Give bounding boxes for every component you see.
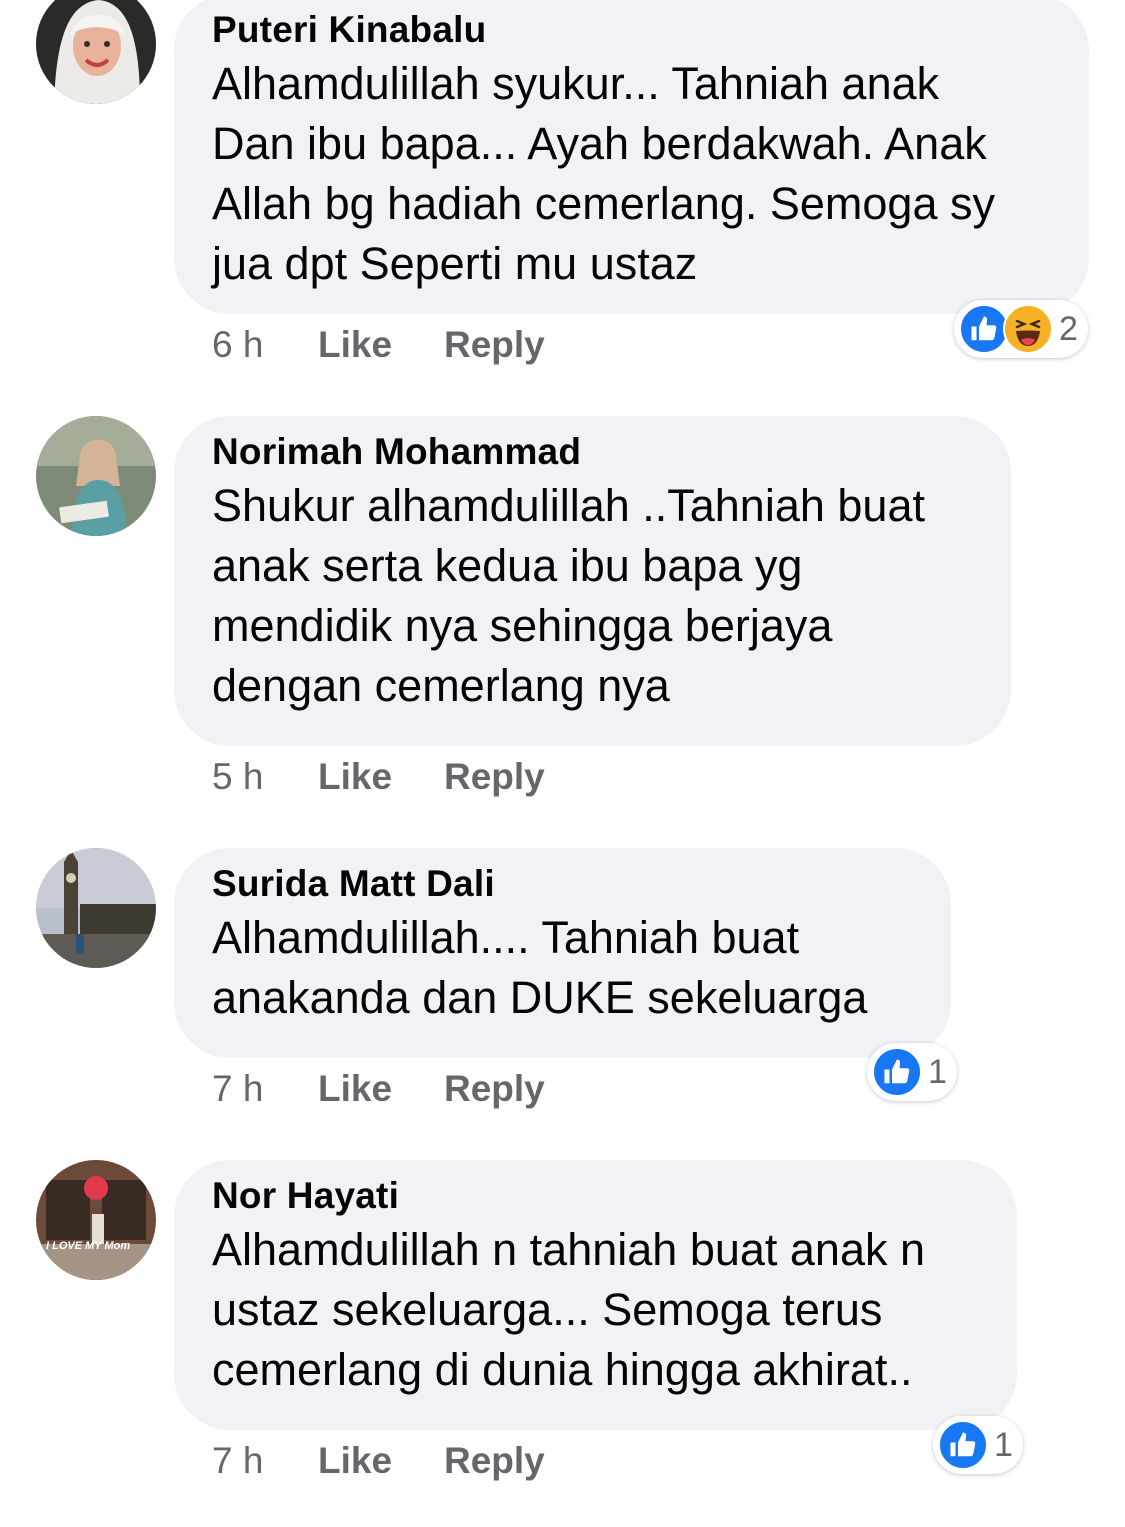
comment-text: Alhamdulillah n tahniah buat anak n usta… [212,1224,926,1395]
comment-actions: 7 h Like Reply [212,1067,545,1111]
comment-actions: 7 h Like Reply [212,1439,545,1483]
like-button[interactable]: Like [318,1439,444,1483]
like-button[interactable]: Like [318,1067,444,1111]
avatar[interactable] [36,848,156,968]
comment-actions: 5 h Like Reply [212,755,545,799]
comment-author[interactable]: Surida Matt Dali [212,862,911,906]
comment-actions: 6 h Like Reply [212,323,545,367]
like-reaction-icon [938,1420,988,1470]
avatar-caption: I LOVE MY Mom [46,1240,131,1252]
like-button[interactable]: Like [318,323,444,367]
comment-text: Shukur alhamdulillah ..Tahniah buat anak… [212,480,925,711]
reaction-count: 2 [1059,310,1078,348]
comment-timestamp[interactable]: 5 h [212,755,318,799]
avatar[interactable]: I LOVE MY Mom [36,1160,156,1280]
reply-button[interactable]: Reply [444,1439,545,1483]
like-reaction-icon [872,1047,922,1097]
comment-timestamp[interactable]: 7 h [212,1439,318,1483]
comment-bubble: Puteri Kinabalu Alhamdulillah syukur... … [174,0,1089,314]
reaction-count: 1 [994,1426,1013,1464]
reply-button[interactable]: Reply [444,323,545,367]
reply-button[interactable]: Reply [444,1067,545,1111]
comment-bubble: Nor Hayati Alhamdulillah n tahniah buat … [174,1160,1017,1430]
reactions-summary[interactable]: 1 [867,1043,957,1101]
reactions-summary[interactable]: 1 [933,1416,1023,1474]
avatar[interactable] [36,0,156,104]
comment-text: Alhamdulillah.... Tahniah buat anakanda … [212,912,868,1023]
like-button[interactable]: Like [318,755,444,799]
comment-author[interactable]: Nor Hayati [212,1174,977,1218]
reactions-summary[interactable]: 2 [954,300,1088,358]
comment-author[interactable]: Puteri Kinabalu [212,8,1049,52]
avatar[interactable] [36,416,156,536]
like-reaction-icon [959,304,1009,354]
comments-thread: Puteri Kinabalu Alhamdulillah syukur... … [0,0,1125,1527]
haha-reaction-icon [1003,304,1053,354]
comment-timestamp[interactable]: 6 h [212,323,318,367]
reply-button[interactable]: Reply [444,755,545,799]
comment-bubble: Surida Matt Dali Alhamdulillah.... Tahni… [174,848,951,1058]
reaction-count: 1 [928,1053,947,1091]
comment-author[interactable]: Norimah Mohammad [212,430,971,474]
comment-text: Alhamdulillah syukur... Tahniah anak Dan… [212,58,995,289]
comment-bubble: Norimah Mohammad Shukur alhamdulillah ..… [174,416,1011,746]
comment-timestamp[interactable]: 7 h [212,1067,318,1111]
